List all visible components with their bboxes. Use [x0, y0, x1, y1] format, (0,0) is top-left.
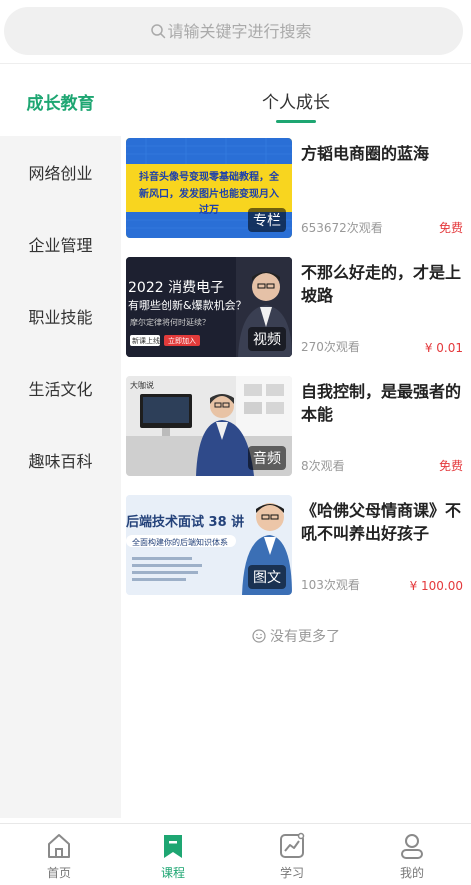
thumbnail-text: 新课上线 — [132, 337, 160, 345]
thumbnail-text: 后端技术面试 38 讲 — [126, 515, 245, 530]
bookmark-icon — [164, 835, 182, 858]
tab-profile[interactable]: 我的 — [353, 824, 471, 885]
search-input[interactable] — [167, 21, 318, 41]
primary-category-active[interactable]: 成长教育 — [0, 66, 121, 136]
course-title: 自我控制，是最强者的本能 — [301, 382, 462, 424]
tab-label: 我的 — [399, 866, 424, 880]
course-card[interactable]: 抖音头像号变现零基础教程，全 新风口，发发图片也能变现月入 过万 专栏 方韬电商… — [126, 138, 466, 238]
price-label: 免费 — [438, 221, 463, 235]
tab-personal-growth[interactable]: 个人成长 — [121, 88, 471, 113]
view-count: 103次观看 — [301, 578, 360, 592]
search-bar — [0, 0, 471, 64]
thumbnail-text: 新风口，发发图片也能变现月入 — [139, 189, 279, 200]
secondary-tabs: 个人成长 — [121, 66, 471, 136]
price-label: ¥ 0.01 — [424, 341, 463, 355]
sidebar-item[interactable]: 生活文化 — [0, 352, 121, 424]
tab-home[interactable]: 首页 — [0, 824, 118, 885]
thumbnail-text: 立即加入 — [168, 337, 196, 345]
thumbnail-text: 摩尔定律将何时延续？ — [130, 318, 210, 327]
price-label: ¥ 100.00 — [409, 579, 463, 593]
no-more-indicator: 没有更多了 — [121, 626, 471, 646]
type-badge: 图文 — [248, 565, 286, 589]
tab-label: 课程 — [160, 866, 185, 880]
category-header: 成长教育 个人成长 — [0, 66, 471, 136]
course-thumbnail: 后端技术面试 38 讲 全面构建你的后端知识体系 图文 — [126, 495, 292, 595]
type-badge: 视频 — [248, 327, 286, 351]
sidebar-item[interactable]: 网络创业 — [0, 136, 121, 208]
sidebar-item[interactable]: 趣味百科 — [0, 424, 121, 496]
search-box[interactable] — [4, 7, 463, 55]
thumbnail-text: 2022 消费电子 — [128, 280, 225, 296]
course-thumbnail: 2022 消费电子 有哪些创新&爆款机会？ 摩尔定律将何时延续？ 新课上线 立即… — [126, 257, 292, 357]
course-list: 抖音头像号变现零基础教程，全 新风口，发发图片也能变现月入 过万 专栏 方韬电商… — [121, 136, 471, 818]
view-count: 653672次观看 — [301, 221, 383, 235]
sidebar-item[interactable]: 企业管理 — [0, 208, 121, 280]
tab-courses[interactable]: 课程 — [114, 824, 232, 885]
view-count: 270次观看 — [301, 340, 360, 354]
type-badge: 音频 — [248, 446, 286, 470]
sidebar: 网络创业 企业管理 职业技能 生活文化 趣味百科 — [0, 136, 121, 818]
smile-icon — [252, 629, 266, 643]
price-label: 免费 — [438, 459, 463, 473]
tab-label: 学习 — [279, 866, 304, 880]
no-more-text: 没有更多了 — [270, 629, 340, 645]
thumbnail-text: 抖音头像号变现零基础教程，全 — [139, 172, 279, 183]
course-card[interactable]: 2022 消费电子 有哪些创新&爆款机会？ 摩尔定律将何时延续？ 新课上线 立即… — [126, 257, 466, 357]
course-title: 不那么好走的，才是上坡路 — [301, 263, 462, 305]
tab-label: 首页 — [46, 866, 71, 880]
home-icon — [48, 834, 70, 858]
type-badge: 专栏 — [248, 208, 286, 232]
thumbnail-text: 全面构建你的后端知识体系 — [132, 538, 228, 547]
course-title: 方韬电商圈的蓝海 — [301, 144, 430, 163]
user-icon — [401, 834, 423, 859]
course-title: 《哈佛父母情商课》不吼不叫养出好孩子 — [301, 501, 462, 543]
thumbnail-text: 大咖说 — [130, 381, 154, 390]
view-count: 8次观看 — [301, 459, 345, 473]
tab-underline — [276, 120, 316, 123]
sidebar-item[interactable]: 职业技能 — [0, 280, 121, 352]
course-card[interactable]: 后端技术面试 38 讲 全面构建你的后端知识体系 图文 《哈佛父母情商课》不吼不… — [126, 495, 466, 595]
chart-icon — [280, 832, 305, 858]
tab-study[interactable]: 学习 — [233, 824, 351, 885]
course-card[interactable]: 大咖说 音频 自我控制，是最强者的本能 8次观看 免费 — [126, 376, 466, 476]
course-thumbnail: 抖音头像号变现零基础教程，全 新风口，发发图片也能变现月入 过万 专栏 — [126, 138, 292, 238]
course-thumbnail: 大咖说 音频 — [126, 376, 292, 476]
thumbnail-text: 有哪些创新&爆款机会？ — [128, 299, 247, 312]
bottom-tab-bar: 首页 课程 学习 我的 — [0, 823, 471, 885]
search-icon — [150, 24, 165, 39]
